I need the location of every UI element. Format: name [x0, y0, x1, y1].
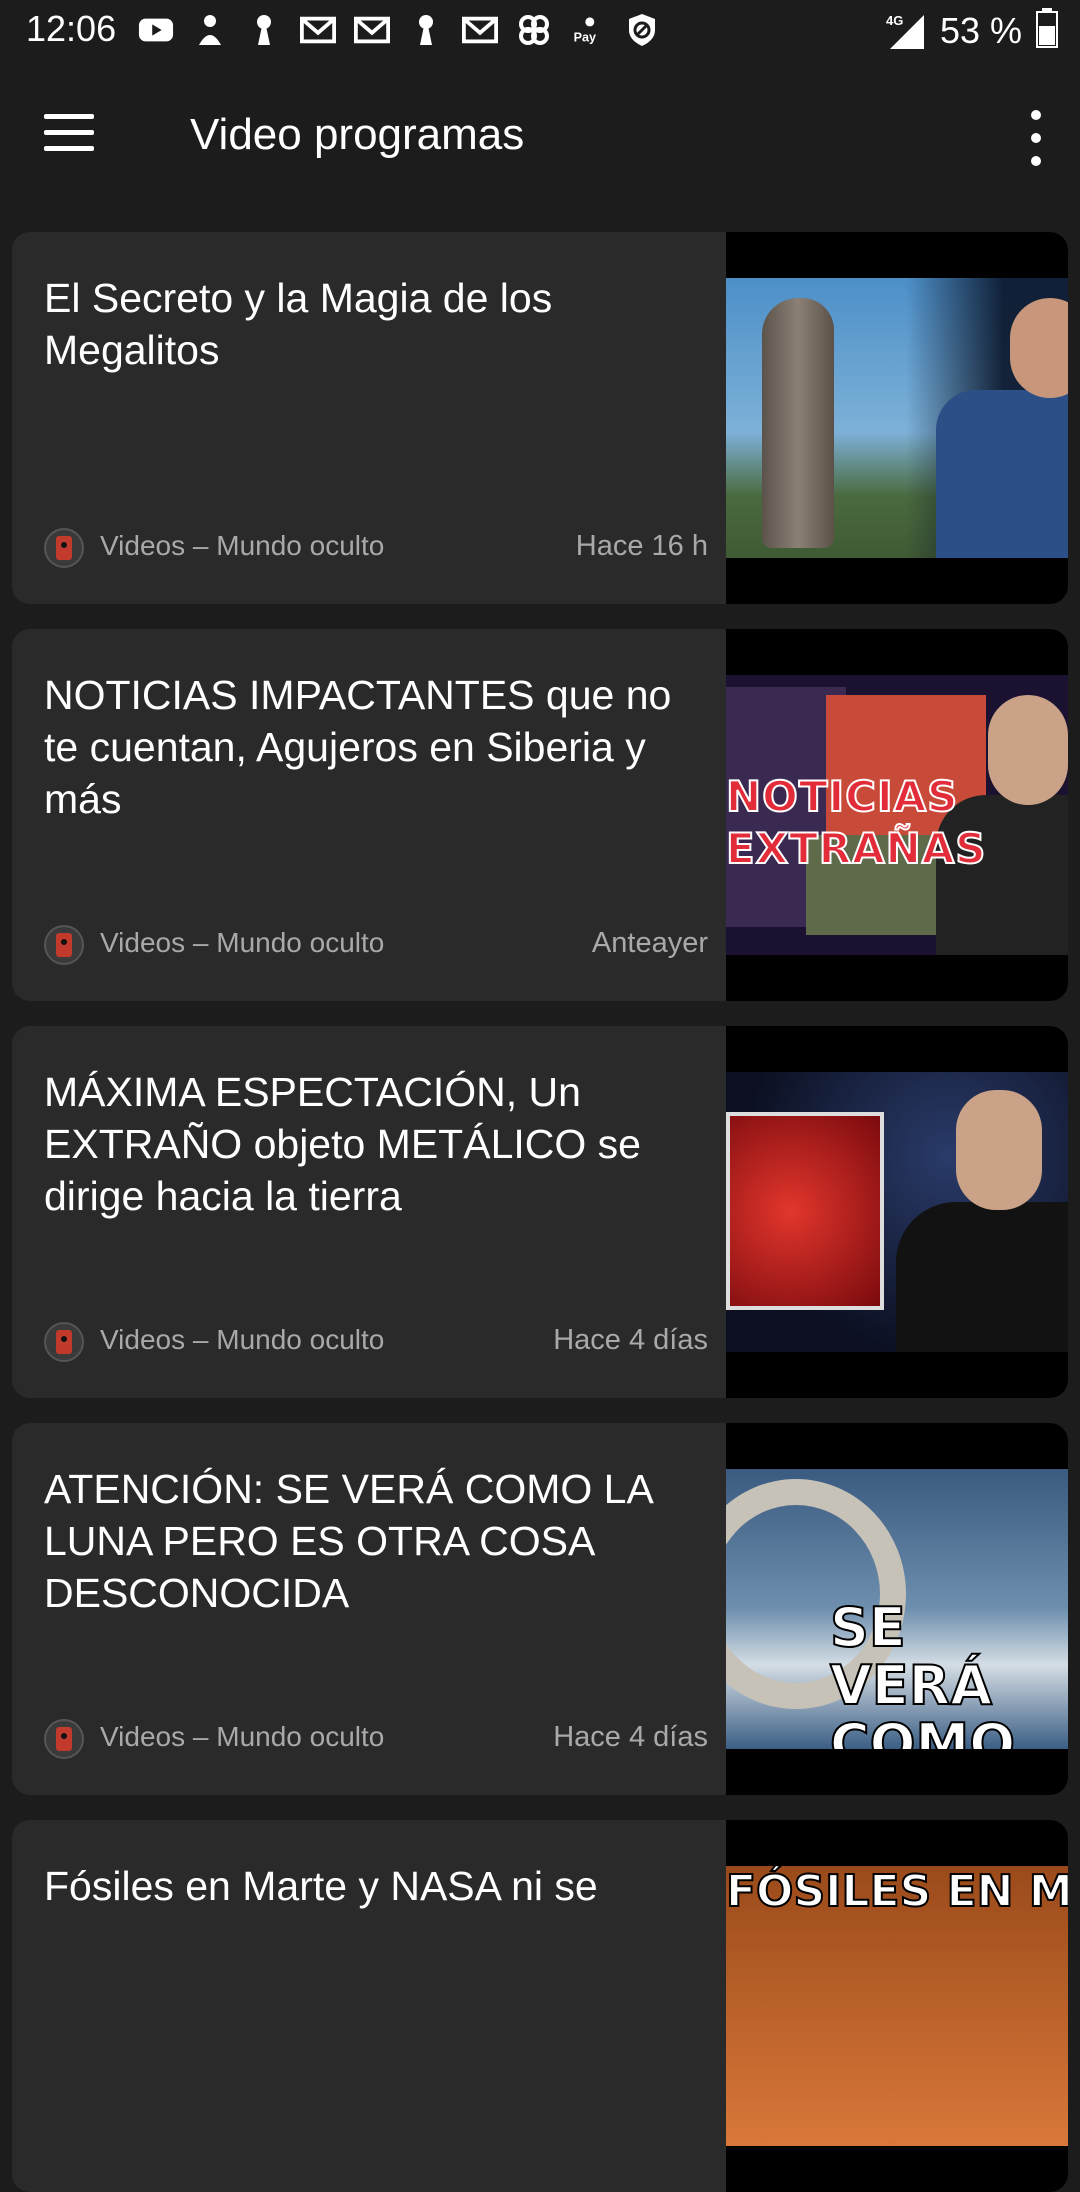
video-title: MÁXIMA ESPECTACIÓN, Un EXTRAÑO objeto ME… — [44, 1069, 641, 1219]
video-meta: Videos – Mundo oculto Hace 16 h — [44, 526, 708, 570]
video-thumbnail[interactable] — [726, 1026, 1068, 1398]
gmail-icon — [354, 12, 390, 48]
source-name: Videos – Mundo oculto — [100, 530, 385, 561]
app-icon — [192, 12, 228, 48]
thumbnail-image — [726, 278, 1068, 558]
video-title: El Secreto y la Magia de los Megalitos — [44, 275, 553, 373]
source-avatar-icon — [44, 528, 84, 568]
video-title: ATENCIÓN: SE VERÁ COMO LA LUNA PERO ES O… — [44, 1466, 652, 1616]
svg-text:4G: 4G — [886, 13, 903, 28]
shield-icon — [624, 12, 660, 48]
video-card[interactable]: NOTICIAS IMPACTANTES que no te cuentan, … — [12, 629, 1068, 1001]
signal-4g-icon: 4G — [872, 11, 926, 51]
pinwheel-icon — [516, 12, 552, 48]
app-bar: Video programas — [0, 62, 1080, 212]
source-avatar-icon — [44, 1322, 84, 1362]
svg-text:Pay: Pay — [574, 31, 596, 45]
time-ago: Anteayer — [591, 927, 708, 959]
hamburger-menu-icon[interactable] — [44, 114, 104, 160]
thumbnail-image: NOTICIAS EXTRAÑAS — [726, 675, 1068, 955]
page-title: Video programas — [190, 110, 525, 159]
source-avatar-icon — [44, 1719, 84, 1759]
status-bar: 12:06 Pay 4G 53 % — [0, 0, 1080, 62]
time-ago: Hace 16 h — [575, 530, 708, 562]
thumbnail-text: FÓSILES EN MARTE — [726, 1866, 1068, 1918]
source-name: Videos – Mundo oculto — [100, 927, 385, 958]
video-title: Fósiles en Marte y NASA ni se — [44, 1863, 598, 1909]
overflow-menu-icon[interactable] — [1016, 110, 1056, 166]
video-meta: Videos – Mundo oculto Hace 4 días — [44, 1717, 708, 1761]
battery-icon — [1036, 8, 1058, 53]
battery-percent: 53 % — [939, 9, 1022, 51]
youtube-icon — [138, 12, 174, 48]
gmail-icon — [300, 12, 336, 48]
video-thumbnail[interactable]: FÓSILES EN MARTE — [726, 1820, 1068, 2192]
video-card[interactable]: MÁXIMA ESPECTACIÓN, Un EXTRAÑO objeto ME… — [12, 1026, 1068, 1398]
thumbnail-image — [726, 1072, 1068, 1352]
source-name: Videos – Mundo oculto — [100, 1324, 385, 1355]
time-ago: Hace 4 días — [553, 1721, 708, 1753]
thumbnail-image: FÓSILES EN MARTE — [726, 1866, 1068, 2146]
video-thumbnail[interactable]: SE VERÁ COMO LA LUNA — [726, 1423, 1068, 1795]
notification-icons: Pay — [138, 12, 660, 48]
video-thumbnail[interactable] — [726, 232, 1068, 604]
keyhole-icon — [408, 12, 444, 48]
source-name: Videos – Mundo oculto — [100, 1721, 385, 1752]
video-card[interactable]: Fósiles en Marte y NASA ni se FÓSILES EN… — [12, 1820, 1068, 2192]
video-meta: Videos – Mundo oculto Hace 4 días — [44, 1320, 708, 1364]
video-title: NOTICIAS IMPACTANTES que no te cuentan, … — [44, 672, 672, 822]
gmail-icon — [462, 12, 498, 48]
video-card[interactable]: ATENCIÓN: SE VERÁ COMO LA LUNA PERO ES O… — [12, 1423, 1068, 1795]
time-ago: Hace 4 días — [553, 1324, 708, 1356]
status-right: 4G 53 % — [872, 8, 1058, 53]
video-meta: Videos – Mundo oculto Anteayer — [44, 923, 708, 967]
video-thumbnail[interactable]: NOTICIAS EXTRAÑAS — [726, 629, 1068, 1001]
source-avatar-icon — [44, 925, 84, 965]
video-card[interactable]: El Secreto y la Magia de los Megalitos V… — [12, 232, 1068, 604]
caixa-pay-icon: Pay — [570, 12, 606, 48]
thumbnail-text: SE VERÁ COMO LA LUNA — [829, 1596, 1016, 1750]
keyhole-icon — [246, 12, 282, 48]
thumbnail-text: NOTICIAS EXTRAÑAS — [726, 771, 987, 874]
thumbnail-image: SE VERÁ COMO LA LUNA — [726, 1469, 1068, 1749]
status-time: 12:06 — [26, 8, 117, 49]
